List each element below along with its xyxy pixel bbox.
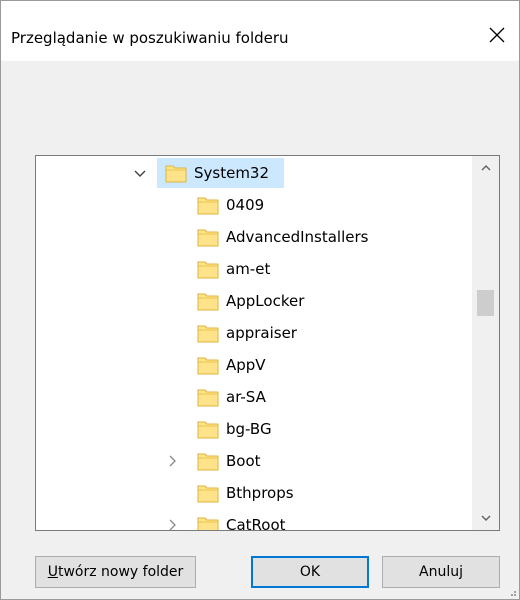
folder-tree-rows: System32 0409 AdvancedInstallers am-et AppLo…: [36, 156, 472, 530]
folder-icon: [197, 196, 219, 215]
folder-icon: [197, 516, 219, 530]
folder-icon: [197, 420, 219, 439]
folder-icon: [197, 452, 219, 471]
tree-item[interactable]: ar-SA: [36, 381, 472, 413]
folder-icon: [197, 388, 219, 407]
browse-folder-dialog: Przeglądanie w poszukiwaniu folderu Syst…: [0, 0, 520, 600]
tree-item[interactable]: AppV: [36, 349, 472, 381]
tree-item[interactable]: CatRoot: [36, 509, 472, 531]
tree-item[interactable]: appraiser: [36, 317, 472, 349]
scrollbar-thumb[interactable]: [477, 290, 494, 316]
tree-item[interactable]: am-et: [36, 253, 472, 285]
cancel-button[interactable]: Anuluj: [382, 556, 500, 588]
folder-icon: [197, 324, 219, 343]
chevron-down-icon: [481, 515, 490, 521]
title-bar: Przeglądanie w poszukiwaniu folderu: [1, 1, 519, 61]
resize-grip-icon[interactable]: [507, 587, 517, 597]
chevron-right-icon[interactable]: [164, 453, 180, 469]
folder-icon: [197, 228, 219, 247]
tree-item[interactable]: 0409: [36, 189, 472, 221]
tree-item-label: AppV: [226, 356, 266, 374]
chevron-right-icon[interactable]: [164, 517, 180, 530]
tree-item[interactable]: bg-BG: [36, 413, 472, 445]
tree-item-label: Bthprops: [226, 484, 294, 502]
chevron-up-icon: [481, 165, 490, 171]
tree-item[interactable]: AdvancedInstallers: [36, 221, 472, 253]
tree-item[interactable]: Bthprops: [36, 477, 472, 509]
tree-item[interactable]: AppLocker: [36, 285, 472, 317]
chevron-down-icon[interactable]: [132, 165, 148, 181]
tree-item-label: CatRoot: [226, 516, 286, 531]
close-icon: [489, 27, 505, 43]
tree-item-label: ar-SA: [226, 388, 266, 406]
new-folder-access-key: U: [47, 564, 58, 580]
tree-item-label: bg-BG: [226, 420, 272, 438]
tree-item-label: System32: [194, 164, 270, 182]
tree-item-label: appraiser: [226, 324, 297, 342]
ok-button[interactable]: OK: [251, 556, 369, 588]
folder-icon: [197, 356, 219, 375]
vertical-scrollbar[interactable]: [472, 156, 499, 530]
scroll-down-button[interactable]: [472, 506, 499, 530]
tree-item-label: am-et: [226, 260, 271, 278]
folder-icon: [165, 164, 187, 183]
folder-icon: [197, 292, 219, 311]
dialog-title: Przeglądanie w poszukiwaniu folderu: [11, 29, 289, 47]
close-button[interactable]: [477, 17, 517, 53]
tree-item-label: AdvancedInstallers: [226, 228, 369, 246]
folder-tree[interactable]: System32 0409 AdvancedInstallers am-et AppLo…: [35, 155, 500, 531]
tree-item-label: Boot: [226, 452, 261, 470]
tree-item-root[interactable]: System32: [36, 157, 472, 189]
tree-item-label: AppLocker: [226, 292, 305, 310]
tree-item[interactable]: Boot: [36, 445, 472, 477]
new-folder-button[interactable]: Utwórz nowy folder: [35, 556, 196, 588]
folder-icon: [197, 484, 219, 503]
new-folder-label: twórz nowy folder: [57, 564, 184, 580]
folder-icon: [197, 260, 219, 279]
tree-item-label: 0409: [226, 196, 265, 214]
scroll-up-button[interactable]: [472, 156, 499, 180]
